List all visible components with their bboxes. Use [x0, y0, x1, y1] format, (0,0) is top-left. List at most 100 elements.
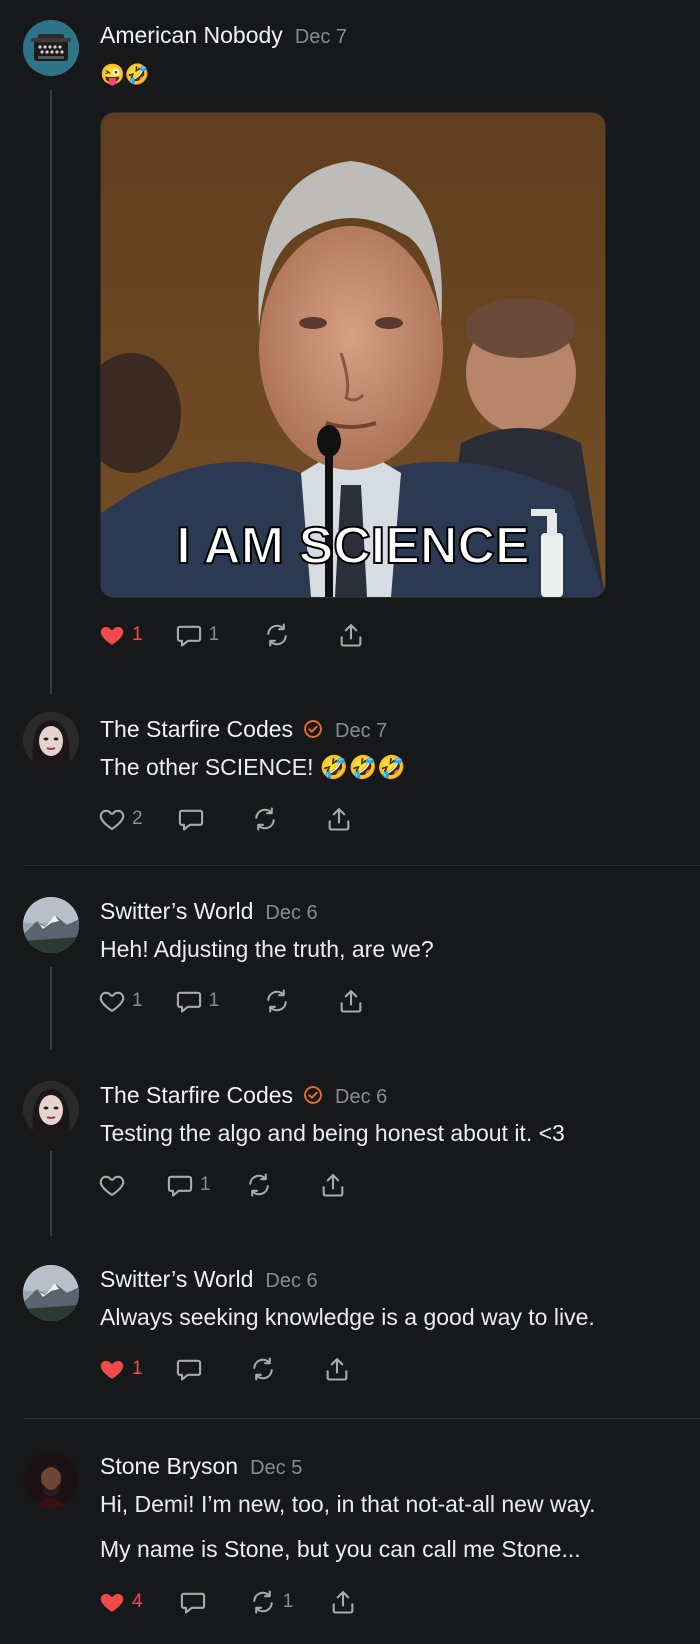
comment-icon [175, 987, 203, 1015]
heart-filled-icon [98, 621, 126, 649]
post-text: 😜🤣 [100, 64, 150, 86]
share-button[interactable] [337, 620, 365, 650]
author-name[interactable]: The Starfire Codes [100, 716, 293, 743]
repost-button[interactable] [263, 986, 291, 1016]
avatar[interactable] [23, 897, 79, 953]
share-button[interactable] [325, 804, 353, 834]
avatar[interactable] [23, 1081, 79, 1137]
comment-button[interactable]: 1 [166, 1170, 211, 1200]
avatar[interactable] [23, 1265, 79, 1321]
post-text: Testing the algo and being honest about … [100, 1120, 565, 1146]
comment-button[interactable]: 1 [175, 620, 220, 650]
post-date[interactable]: Dec 5 [250, 1457, 302, 1480]
verified-badge-icon [303, 1085, 323, 1105]
comment-button[interactable]: 1 [175, 986, 220, 1016]
woman-avatar-icon [23, 1081, 79, 1137]
post-text: Always seeking knowledge is a good way t… [100, 1304, 595, 1330]
post-4[interactable]: The Starfire Codes Dec 6 Testing the alg… [0, 1050, 700, 1236]
repost-icon [263, 987, 291, 1015]
repost-icon [263, 621, 291, 649]
comment-count: 1 [208, 990, 220, 1011]
heart-filled-icon [98, 1355, 126, 1383]
share-button[interactable] [323, 1354, 351, 1384]
share-icon [323, 1355, 351, 1383]
repost-icon [251, 805, 279, 833]
post-date[interactable]: Dec 6 [335, 1086, 387, 1109]
like-button[interactable]: 1 [98, 1354, 143, 1384]
comment-icon [175, 1355, 203, 1383]
author-name[interactable]: Switter’s World [100, 1266, 253, 1293]
comment-icon [175, 621, 203, 649]
repost-button[interactable] [263, 620, 291, 650]
author-name[interactable]: Stone Bryson [100, 1453, 238, 1480]
repost-icon [245, 1171, 273, 1199]
mountain-avatar-icon [23, 1265, 79, 1321]
post-date[interactable]: Dec 7 [335, 720, 387, 743]
typewriter-avatar-icon [23, 20, 79, 76]
heart-filled-icon [98, 1588, 126, 1616]
repost-button[interactable] [245, 1170, 273, 1200]
man-avatar-icon [23, 1452, 79, 1508]
share-button[interactable] [319, 1170, 347, 1200]
like-button[interactable] [98, 1170, 126, 1200]
woman-avatar-icon [23, 712, 79, 768]
comment-icon [166, 1171, 194, 1199]
post-3[interactable]: Switter’s World Dec 6 Heh! Adjusting the… [0, 866, 700, 1050]
author-name[interactable]: The Starfire Codes [100, 1082, 293, 1109]
post-text: The other SCIENCE! 🤣🤣🤣 [100, 754, 406, 780]
share-button[interactable] [329, 1587, 357, 1617]
thread-line [50, 967, 52, 1050]
comment-icon [177, 805, 205, 833]
post-text: Heh! Adjusting the truth, are we? [100, 936, 434, 962]
post-1[interactable]: American Nobody Dec 7 😜🤣 I AM SCIENCE 1 … [0, 0, 700, 700]
post-date[interactable]: Dec 7 [295, 26, 347, 49]
post-text: Hi, Demi! I’m new, too, in that not-at-a… [100, 1491, 596, 1517]
author-name[interactable]: American Nobody [100, 22, 283, 49]
share-button[interactable] [337, 986, 365, 1016]
thread-line [50, 90, 52, 694]
post-2[interactable]: The Starfire Codes Dec 7 The other SCIEN… [0, 700, 700, 866]
avatar[interactable] [23, 712, 79, 768]
repost-count: 1 [282, 1591, 294, 1612]
mountain-avatar-icon [23, 897, 79, 953]
like-button[interactable]: 1 [98, 986, 143, 1016]
comment-count: 1 [208, 624, 220, 645]
post-text-line-2: My name is Stone, but you can call me St… [100, 1536, 581, 1562]
comment-button[interactable] [177, 804, 205, 834]
avatar[interactable] [23, 20, 79, 76]
like-button[interactable]: 2 [98, 804, 143, 834]
fauci-gif-image: I AM SCIENCE [101, 113, 605, 597]
share-icon [337, 987, 365, 1015]
repost-button[interactable] [249, 1354, 277, 1384]
share-icon [319, 1171, 347, 1199]
post-5[interactable]: Switter’s World Dec 6 Always seeking kno… [0, 1236, 700, 1417]
like-button[interactable]: 1 [98, 620, 143, 650]
repost-button[interactable] [251, 804, 279, 834]
comment-icon [179, 1588, 207, 1616]
post-date[interactable]: Dec 6 [265, 902, 317, 925]
like-button[interactable]: 4 [98, 1587, 143, 1617]
gif-caption: I AM SCIENCE [176, 517, 529, 575]
heart-icon [98, 805, 126, 833]
comment-count: 1 [200, 1174, 211, 1195]
heart-icon [98, 1171, 126, 1199]
like-count: 2 [132, 808, 143, 829]
thread-line [50, 1151, 52, 1236]
share-icon [325, 805, 353, 833]
post-date[interactable]: Dec 6 [265, 1270, 317, 1293]
like-count: 1 [132, 990, 143, 1011]
post-gif-image[interactable]: I AM SCIENCE [100, 112, 606, 598]
like-count: 1 [132, 1358, 143, 1379]
share-icon [329, 1588, 357, 1616]
comment-button[interactable] [179, 1587, 207, 1617]
like-count: 4 [132, 1591, 143, 1612]
verified-badge-icon [303, 719, 323, 739]
repost-icon [249, 1355, 277, 1383]
share-icon [337, 621, 365, 649]
repost-icon [249, 1588, 277, 1616]
repost-button[interactable]: 1 [249, 1587, 294, 1617]
post-6[interactable]: Stone Bryson Dec 5 Hi, Demi! I’m new, to… [0, 1419, 700, 1644]
comment-button[interactable] [175, 1354, 203, 1384]
author-name[interactable]: Switter’s World [100, 898, 253, 925]
avatar[interactable] [23, 1452, 79, 1508]
